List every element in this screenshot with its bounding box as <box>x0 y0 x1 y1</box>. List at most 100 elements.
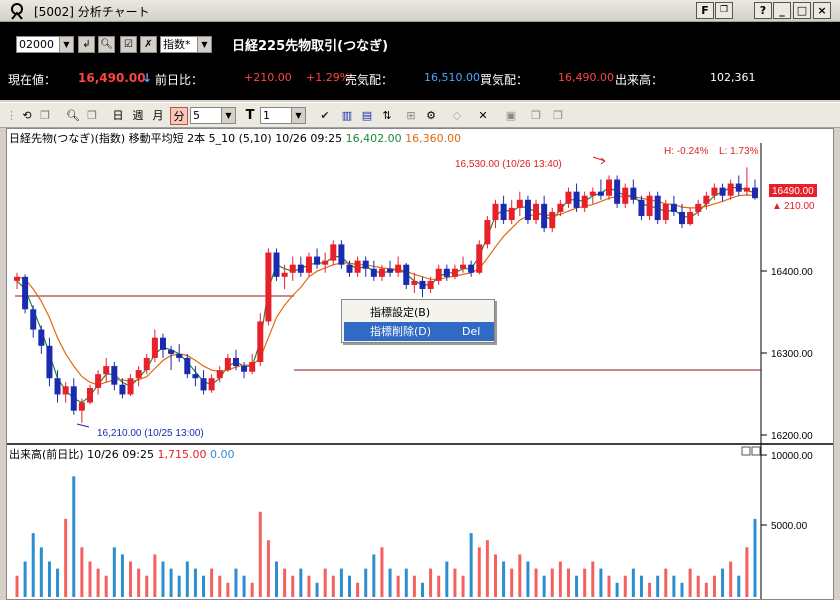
export-icon[interactable]: ❐ <box>550 107 566 125</box>
volume-bar <box>323 568 327 597</box>
month-button[interactable]: 月 <box>150 107 166 125</box>
candle-body <box>524 199 531 221</box>
candle-body <box>362 260 369 269</box>
eraser-icon[interactable]: ◇ <box>448 107 466 125</box>
maximize-button[interactable]: □ <box>793 2 811 19</box>
volume-bar <box>599 568 603 597</box>
candle-body <box>70 386 77 411</box>
copy-chart-icon[interactable]: ❐ <box>84 107 100 125</box>
updown-icon[interactable]: ⇅ <box>378 107 396 125</box>
candle-body <box>670 203 677 212</box>
pane-maximize-icon[interactable] <box>751 446 761 456</box>
grid-icon[interactable]: ⊞ <box>402 107 420 125</box>
volume-bar <box>477 547 481 597</box>
chevron-down-icon: ▼ <box>221 108 235 123</box>
day-button[interactable]: 日 <box>110 107 126 125</box>
volume-bar <box>412 575 416 597</box>
volume-bar <box>339 568 343 597</box>
volume-bar <box>542 575 546 597</box>
menu-item-indicator-settings[interactable]: 指標設定(B) <box>344 303 494 322</box>
volume-bar <box>518 554 522 597</box>
bar-chart-icon[interactable]: ▥ <box>338 107 356 125</box>
minimize-button[interactable]: _ <box>773 2 791 19</box>
volume-bar <box>177 575 181 597</box>
volume-bar <box>64 518 68 597</box>
settings-icon[interactable]: ⚙ <box>422 107 440 125</box>
vol-label-10000: 10000.00 <box>771 451 813 462</box>
chevron-down-icon: ▼ <box>291 108 305 123</box>
volume-bar <box>283 568 287 597</box>
copy-icon[interactable]: ❐ <box>715 2 733 19</box>
candle-chart-icon[interactable]: ▤ <box>358 107 376 125</box>
candle-body <box>224 357 231 371</box>
candle-body <box>614 179 621 204</box>
current-value: 16,490.00 <box>78 71 146 85</box>
volume-bar <box>648 582 652 597</box>
app-logo-icon <box>11 3 23 20</box>
save-icon[interactable]: ▣ <box>500 107 522 125</box>
volume-bar <box>258 511 262 597</box>
clear-icon[interactable]: ✗ <box>140 36 157 53</box>
candle-body <box>557 203 564 212</box>
print-icon[interactable]: ❐ <box>528 107 544 125</box>
candle-body <box>111 366 118 385</box>
volume-bar <box>453 568 457 597</box>
candle-body <box>135 370 142 379</box>
volume-bar <box>607 575 611 597</box>
candle-body <box>468 264 475 273</box>
edit-icon[interactable]: ☑ <box>120 36 137 53</box>
l-pct-label: L: 1.73% <box>719 146 759 157</box>
volume-bar <box>120 554 124 597</box>
candle-body <box>232 357 239 367</box>
week-button[interactable]: 週 <box>130 107 146 125</box>
type-select[interactable]: 1 ▼ <box>260 107 306 124</box>
search-icon[interactable]: 🔍︎ <box>98 36 115 53</box>
volume-bar <box>721 568 725 597</box>
down-arrow-icon: ↓ <box>142 71 153 85</box>
volume-bar <box>696 575 700 597</box>
price-chart-svg[interactable]: 16,530.00 (10/26 13:40) 16,210.00 (10/25… <box>7 129 833 599</box>
index-select-value: 指数* <box>163 38 191 51</box>
volume-bar <box>445 561 449 597</box>
document-icon[interactable]: ❐ <box>38 107 52 125</box>
volume-bar <box>250 582 254 597</box>
minute-button[interactable]: 分 <box>170 107 188 125</box>
help-button[interactable]: ? <box>754 2 772 19</box>
type-value: 1 <box>263 109 270 122</box>
close-button[interactable]: × <box>813 2 831 19</box>
f-button[interactable]: F <box>696 2 714 19</box>
volume-bar <box>396 575 400 597</box>
refresh-icon[interactable]: ⟲ <box>20 107 34 125</box>
menu-item-indicator-delete[interactable]: 指標削除(D) Del <box>344 322 494 341</box>
volume-bar <box>566 568 570 597</box>
volume-bars <box>15 476 757 597</box>
volume-bar <box>234 568 238 597</box>
pane-minimize-icon[interactable] <box>741 446 751 456</box>
chevron-down-icon: ▼ <box>59 37 73 52</box>
volume-bar <box>729 561 733 597</box>
menu-item-delete-shortcut: Del <box>462 325 481 338</box>
candle-body <box>719 187 726 196</box>
candle-body <box>419 280 426 289</box>
volume-bar <box>72 476 76 597</box>
interval-select[interactable]: 5 ▼ <box>190 107 236 124</box>
volume-bar <box>356 582 360 597</box>
chart-area[interactable]: 日経先物(つなぎ)(指数) 移動平均短 2本 5_10 (5,10) 10/26… <box>6 128 834 600</box>
candle-body <box>78 402 85 411</box>
search-chart-icon[interactable]: 🔍︎ <box>64 107 82 125</box>
volume-bar <box>145 575 149 597</box>
volume-bar <box>485 540 489 597</box>
volume-bar <box>137 568 141 597</box>
volume-bar <box>266 540 270 597</box>
candle-body <box>492 203 499 221</box>
close-chart-icon[interactable]: ✕ <box>474 107 492 125</box>
index-select[interactable]: 指数* ▼ <box>160 36 212 53</box>
enter-icon[interactable]: ↲ <box>78 36 95 53</box>
volume-bar <box>47 561 51 597</box>
vol-label-5000: 5000.00 <box>771 521 808 532</box>
candle-body <box>752 187 758 199</box>
candle-body <box>95 374 102 388</box>
candle-body <box>679 211 686 225</box>
code-select[interactable]: 02000 ▼ <box>16 36 74 53</box>
trendline-icon[interactable]: ✔ <box>316 107 334 125</box>
